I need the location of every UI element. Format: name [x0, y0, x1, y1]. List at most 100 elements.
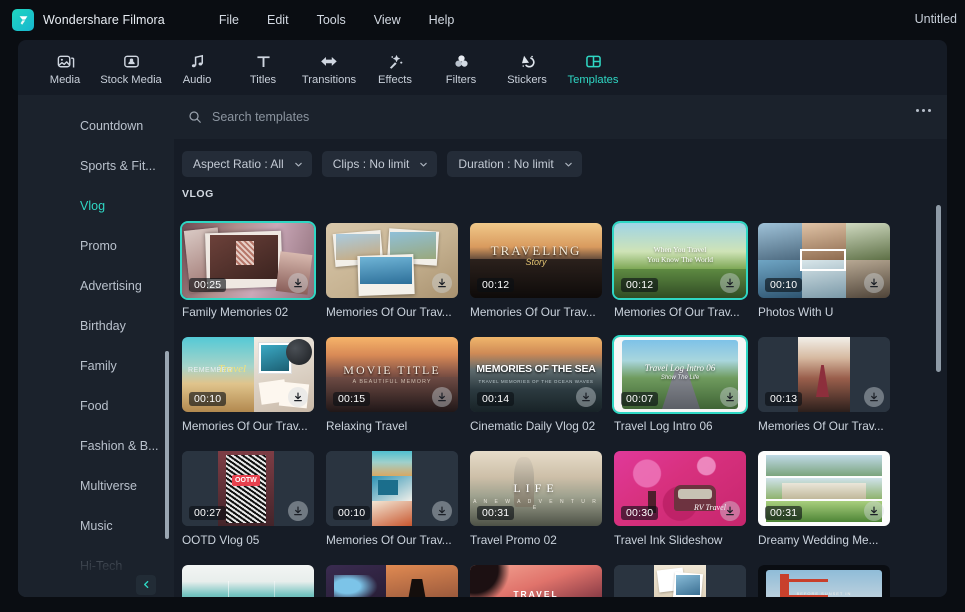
download-icon[interactable] [288, 387, 308, 407]
sidebar-item-sports[interactable]: Sports & Fit... [18, 146, 174, 186]
template-thumbnail[interactable] [614, 565, 746, 597]
template-thumbnail[interactable]: 00:31 [758, 451, 890, 526]
template-card[interactable]: TRAVELING Story 00:12 Memories Of Our Trav… [470, 223, 614, 319]
template-thumbnail[interactable]: Sweet Memories [326, 565, 458, 597]
chevron-down-icon [564, 160, 573, 169]
template-card[interactable]: 00:13 Memories Of Our Trav... [758, 337, 902, 433]
template-thumbnail[interactable] [326, 223, 458, 298]
template-thumbnail[interactable]: 00:10 [758, 223, 890, 298]
filter-label: Clips : No limit [332, 157, 410, 171]
template-card[interactable]: Travel BEFORE SUNSET IN [758, 565, 902, 597]
template-card[interactable]: When You Travel You Know The World 00:12 … [614, 223, 758, 319]
template-card[interactable]: MOVIE TITLE A BEAUTIFUL MEMORY 00:15 Rela… [326, 337, 470, 433]
tab-templates[interactable]: Templates [560, 43, 626, 93]
sidebar-item-music[interactable]: Music [18, 506, 174, 546]
template-card[interactable]: REMEMBER Travel 00:10 Memories Of Our Tr… [182, 337, 326, 433]
template-thumbnail[interactable]: MEMORIES OF THE SEA TRAVEL MEMORIES OF T… [470, 337, 602, 412]
template-thumbnail[interactable]: Travel Log Intro 06 Show The Life 00:07 [614, 337, 746, 412]
sidebar-item-birthday[interactable]: Birthday [18, 306, 174, 346]
download-icon[interactable] [288, 501, 308, 521]
template-card[interactable]: OOTW 00:27 OOTD Vlog 05 [182, 451, 326, 547]
sidebar-item-fashion[interactable]: Fashion & B... [18, 426, 174, 466]
menu-item-tools[interactable]: Tools [303, 9, 360, 31]
tab-transitions[interactable]: Transitions [296, 43, 362, 93]
template-card[interactable]: RV Travel 00:30 Travel Ink Slideshow [614, 451, 758, 547]
template-name: Memories Of Our Trav... [182, 419, 308, 433]
template-thumbnail[interactable]: MOVIE TITLE A BEAUTIFUL MEMORY 00:15 [326, 337, 458, 412]
duration-badge: 00:13 [765, 392, 803, 406]
filter-label: Aspect Ratio : All [193, 157, 284, 171]
templates-scrollbar[interactable] [936, 205, 941, 372]
tab-stock-media[interactable]: Stock Media [98, 43, 164, 93]
tab-stickers[interactable]: Stickers [494, 43, 560, 93]
template-card[interactable]: Memories Of Our Trav... [326, 223, 470, 319]
template-card[interactable]: 00:31 Dreamy Wedding Me... [758, 451, 902, 547]
more-horizontal-icon[interactable] [916, 109, 931, 112]
template-card[interactable]: TRAVEL Vlog [470, 565, 614, 597]
template-thumbnail[interactable]: When You Travel You Know The World 00:12 [614, 223, 746, 298]
tab-audio[interactable]: Audio [164, 43, 230, 93]
download-icon[interactable] [576, 387, 596, 407]
menu-item-help[interactable]: Help [415, 9, 469, 31]
sidebar-item-promo[interactable]: Promo [18, 226, 174, 266]
tab-filters[interactable]: Filters [428, 43, 494, 93]
template-thumbnail[interactable]: 00:25 [182, 223, 314, 298]
menu-bar: File Edit Tools View Help [205, 9, 468, 31]
tab-label: Stickers [507, 73, 547, 86]
filter-aspect-ratio[interactable]: Aspect Ratio : All [182, 151, 312, 177]
tab-media[interactable]: Media [32, 43, 98, 93]
bottom-strip [0, 597, 965, 612]
template-card[interactable]: Travel Log Intro 06 Show The Life 00:07 T… [614, 337, 758, 433]
template-thumbnail[interactable]: REMEMBER Travel 00:10 [182, 337, 314, 412]
download-icon[interactable] [720, 387, 740, 407]
template-thumbnail[interactable]: 00:10 [326, 451, 458, 526]
menu-item-view[interactable]: View [360, 9, 415, 31]
download-icon[interactable] [864, 387, 884, 407]
sidebar-item-advertising[interactable]: Advertising [18, 266, 174, 306]
template-card[interactable]: LIFE A N E W A D V E N T U R E 00:31 Trave… [470, 451, 614, 547]
template-card[interactable]: 00:10 Memories Of Our Trav... [326, 451, 470, 547]
duration-badge: 00:15 [333, 392, 371, 406]
search-icon [188, 110, 202, 124]
tab-label: Filters [445, 73, 477, 86]
sidebar-item-multiverse[interactable]: Multiverse [18, 466, 174, 506]
template-thumbnail[interactable]: RV Travel 00:30 [614, 451, 746, 526]
template-thumbnail[interactable]: TRAVEL Vlog [470, 565, 602, 597]
tab-effects[interactable]: Effects [362, 43, 428, 93]
template-card[interactable] [614, 565, 758, 597]
sidebar-collapse-button[interactable] [136, 575, 156, 595]
sidebar-item-countdown[interactable]: Countdown [18, 106, 174, 146]
download-icon[interactable] [432, 273, 452, 293]
search-input[interactable] [212, 110, 612, 124]
menu-item-file[interactable]: File [205, 9, 253, 31]
sidebar-scrollbar[interactable] [165, 351, 169, 539]
template-thumbnail[interactable]: 00:13 [758, 337, 890, 412]
template-thumbnail[interactable]: OOTW 00:27 [182, 451, 314, 526]
template-thumbnail[interactable]: Travel BEFORE SUNSET IN [758, 565, 890, 597]
template-card[interactable] [182, 565, 326, 597]
duration-badge: 00:10 [189, 392, 227, 406]
template-thumbnail[interactable] [182, 565, 314, 597]
tab-label: Effects [378, 73, 412, 86]
template-thumbnail[interactable]: TRAVELING Story 00:12 [470, 223, 602, 298]
download-icon[interactable] [720, 501, 740, 521]
filter-duration[interactable]: Duration : No limit [447, 151, 582, 177]
template-card[interactable]: 00:25 Family Memories 02 [182, 223, 326, 319]
sidebar-item-food[interactable]: Food [18, 386, 174, 426]
template-card[interactable]: Sweet Memories [326, 565, 470, 597]
download-icon[interactable] [864, 273, 884, 293]
download-icon[interactable] [432, 501, 452, 521]
template-thumbnail[interactable]: LIFE A N E W A D V E N T U R E 00:31 [470, 451, 602, 526]
sidebar-item-family[interactable]: Family [18, 346, 174, 386]
download-icon[interactable] [288, 273, 308, 293]
download-icon[interactable] [432, 387, 452, 407]
filter-clips[interactable]: Clips : No limit [321, 151, 438, 177]
sidebar-item-vlog[interactable]: Vlog [18, 186, 174, 226]
template-card[interactable]: 00:10 Photos With U [758, 223, 902, 319]
menu-item-edit[interactable]: Edit [253, 9, 303, 31]
tab-titles[interactable]: Titles [230, 43, 296, 93]
image-icon [56, 50, 75, 71]
download-icon[interactable] [720, 273, 740, 293]
download-icon[interactable] [864, 501, 884, 521]
template-card[interactable]: MEMORIES OF THE SEA TRAVEL MEMORIES OF T… [470, 337, 614, 433]
